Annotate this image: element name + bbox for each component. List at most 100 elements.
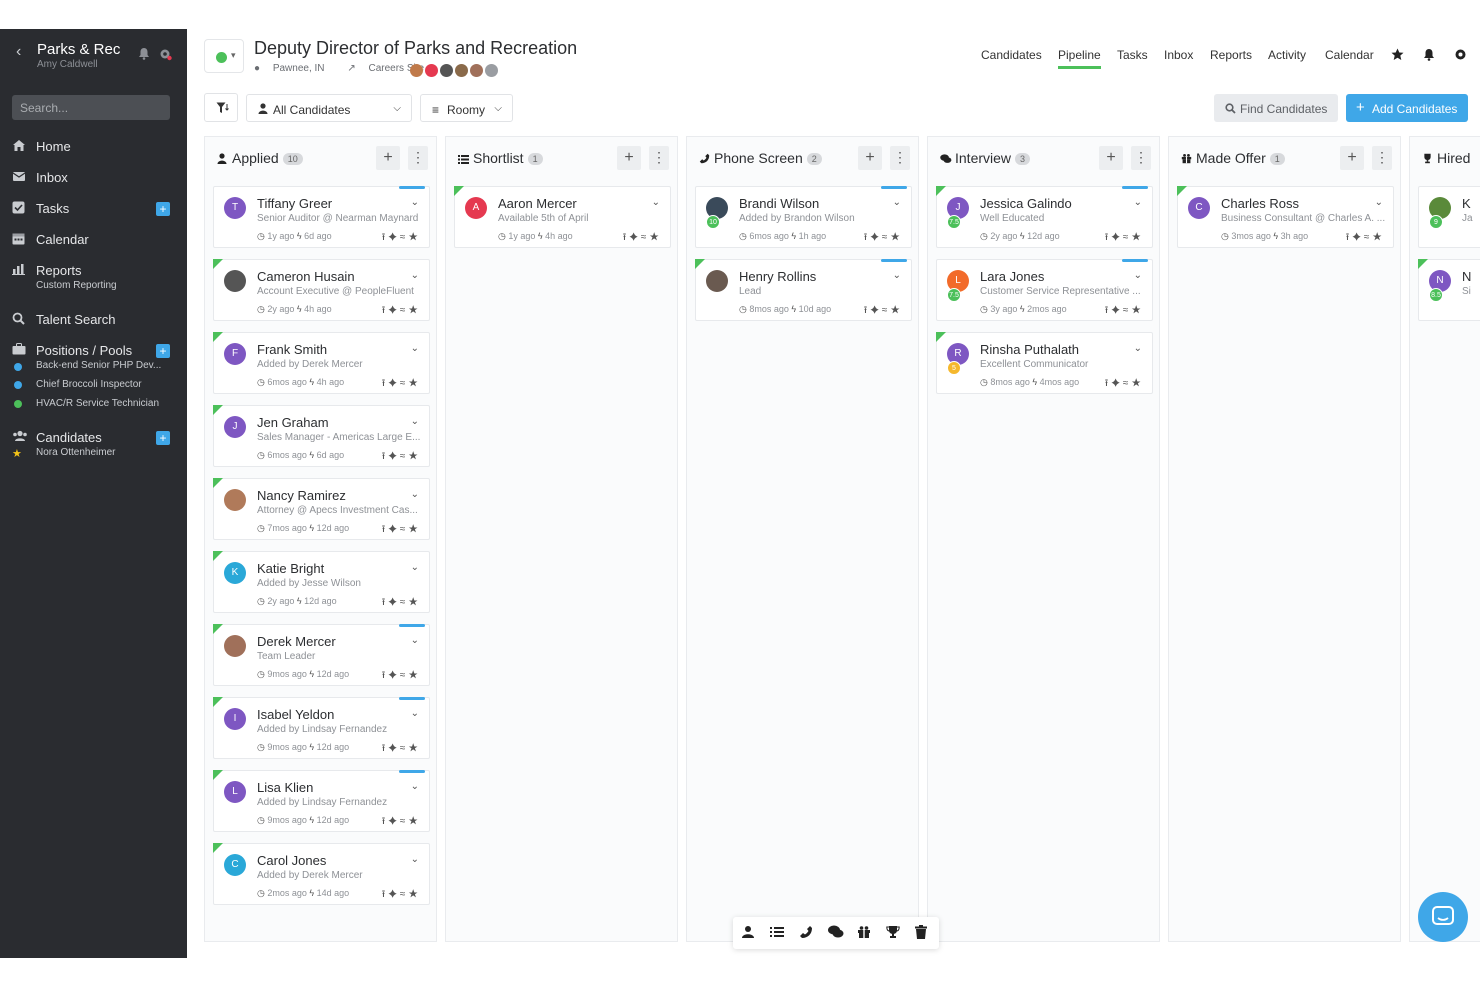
add-user-icon[interactable]: ✦ (1352, 232, 1364, 243)
gear-icon[interactable] (158, 47, 172, 66)
nav-calendar[interactable]: Calendar (1325, 48, 1374, 62)
pipeline-filter-button[interactable] (204, 93, 238, 122)
card-actions[interactable]: ⭱✦≈★ (382, 887, 421, 904)
card-actions[interactable]: ⭱✦≈★ (1346, 230, 1385, 247)
candidate-card[interactable]: N 8.5 N Si (1418, 259, 1480, 321)
add-to-column-button[interactable]: + (858, 146, 882, 170)
sidebar-item-calendar[interactable]: Calendar (12, 229, 174, 251)
card-actions[interactable]: ⭱✦≈★ (1105, 303, 1144, 320)
chevron-down-icon[interactable]: ⌄ (1375, 197, 1383, 208)
candidate-name[interactable]: Brandi Wilson (739, 196, 819, 211)
add-user-icon[interactable]: ✦ (1111, 305, 1123, 316)
starred-candidate[interactable]: Nora Ottenheimer (36, 447, 115, 458)
phone-icon[interactable] (799, 925, 815, 941)
candidate-name[interactable]: Cameron Husain (257, 269, 355, 284)
chevron-down-icon[interactable]: ⌄ (411, 270, 419, 281)
add-candidate-sidebar-button[interactable]: + (156, 431, 170, 445)
back-icon[interactable]: ‹ (16, 43, 21, 61)
candidate-name[interactable]: N (1462, 269, 1471, 284)
sidebar-item-candidates[interactable]: Candidates + (12, 427, 174, 449)
candidate-name[interactable]: Henry Rollins (739, 269, 816, 284)
card-actions[interactable]: ⭱✦≈★ (382, 303, 421, 320)
candidate-card[interactable]: J 7.5 Jessica Galindo Well Educated ⌄ ◷ 2y ag… (936, 186, 1153, 248)
card-actions[interactable]: ⭱✦≈★ (864, 230, 903, 247)
card-actions[interactable]: ⭱✦≈★ (1105, 230, 1144, 247)
column-menu-icon[interactable]: ⋮ (408, 146, 428, 170)
sidebar-search-input[interactable] (12, 95, 170, 120)
candidate-name[interactable]: Aaron Mercer (498, 196, 577, 211)
card-actions[interactable]: ⭱✦≈★ (623, 230, 662, 247)
star-icon[interactable]: ★ (1131, 378, 1144, 389)
nav-pipeline[interactable]: Pipeline (1058, 48, 1101, 69)
candidate-card[interactable]: T Tiffany Greer Senior Auditor @ Nearman M… (213, 186, 430, 248)
add-candidates-button[interactable]: + Add Candidates (1346, 94, 1468, 122)
add-user-icon[interactable]: ✦ (870, 305, 882, 316)
add-user-icon[interactable]: ✦ (388, 451, 400, 462)
comments-icon[interactable] (828, 925, 844, 941)
nav-activity[interactable]: Activity (1268, 48, 1306, 62)
add-user-icon[interactable]: ✦ (388, 597, 400, 608)
card-actions[interactable]: ⭱✦≈★ (382, 814, 421, 831)
candidate-card[interactable]: 10 Brandi Wilson Added by Brandon Wilson ⌄ ◷… (695, 186, 912, 248)
star-icon[interactable]: ★ (408, 670, 421, 681)
add-user-icon[interactable]: ✦ (388, 232, 400, 243)
card-actions[interactable]: ⭱✦≈★ (1105, 376, 1144, 393)
candidate-card[interactable]: K Katie Bright Added by Jesse Wilson ⌄ ◷ 2y … (213, 551, 430, 613)
candidate-name[interactable]: Derek Mercer (257, 634, 336, 649)
gear-icon[interactable] (1454, 48, 1468, 62)
sidebar-item-talent-search[interactable]: Talent Search (12, 309, 174, 331)
candidate-card[interactable]: C Carol Jones Added by Derek Mercer ⌄ ◷ 2mos… (213, 843, 430, 905)
star-icon[interactable] (1391, 48, 1405, 62)
candidate-name[interactable]: Charles Ross (1221, 196, 1299, 211)
chevron-down-icon[interactable]: ⌄ (411, 854, 419, 865)
star-icon[interactable]: ★ (1131, 232, 1144, 243)
add-to-column-button[interactable]: + (1340, 146, 1364, 170)
list-icon[interactable] (770, 925, 786, 941)
chat-launcher-button[interactable] (1418, 892, 1468, 942)
add-user-icon[interactable]: ✦ (629, 232, 641, 243)
add-user-icon[interactable]: ✦ (388, 743, 400, 754)
chevron-down-icon[interactable]: ⌄ (1134, 270, 1142, 281)
star-icon[interactable]: ★ (1131, 305, 1144, 316)
add-user-icon[interactable]: ✦ (388, 670, 400, 681)
star-icon[interactable]: ★ (408, 597, 421, 608)
candidate-card[interactable]: Henry Rollins Lead ⌄ ◷ 8mos ago ϟ 10d ago ⭱✦… (695, 259, 912, 321)
candidate-name[interactable]: Tiffany Greer (257, 196, 332, 211)
nav-inbox[interactable]: Inbox (1164, 48, 1193, 62)
candidate-name[interactable]: Lisa Klien (257, 780, 313, 795)
candidate-name[interactable]: Frank Smith (257, 342, 327, 357)
card-actions[interactable]: ⭱✦≈★ (864, 303, 903, 320)
chevron-down-icon[interactable]: ⌄ (411, 197, 419, 208)
candidate-card[interactable]: R 5 Rinsha Puthalath Excellent Communicator… (936, 332, 1153, 394)
position-item[interactable]: Back-end Senior PHP Dev... (36, 360, 161, 371)
sidebar-item-reports[interactable]: Reports (12, 260, 174, 282)
star-icon[interactable]: ★ (408, 232, 421, 243)
candidate-card[interactable]: Derek Mercer Team Leader ⌄ ◷ 9mos ago ϟ 12d… (213, 624, 430, 686)
candidate-name[interactable]: Katie Bright (257, 561, 324, 576)
star-icon[interactable]: ★ (408, 378, 421, 389)
candidates-filter-select[interactable]: All Candidates ⌵ (246, 94, 412, 122)
chevron-down-icon[interactable]: ⌄ (411, 416, 419, 427)
candidate-card[interactable]: I Isabel Yeldon Added by Lindsay Fernandez… (213, 697, 430, 759)
add-user-icon[interactable]: ✦ (1111, 232, 1123, 243)
candidate-name[interactable]: Carol Jones (257, 853, 326, 868)
star-icon[interactable]: ★ (890, 232, 903, 243)
chevron-down-icon[interactable]: ⌄ (1134, 343, 1142, 354)
nav-candidates[interactable]: Candidates (981, 48, 1042, 62)
column-menu-icon[interactable]: ⋮ (890, 146, 910, 170)
candidate-name[interactable]: Jen Graham (257, 415, 329, 430)
add-to-column-button[interactable]: + (376, 146, 400, 170)
column-menu-icon[interactable]: ⋮ (1372, 146, 1392, 170)
column-menu-icon[interactable]: ⋮ (1131, 146, 1151, 170)
sidebar-item-tasks[interactable]: Tasks + (12, 198, 174, 220)
star-icon[interactable]: ★ (1372, 232, 1385, 243)
candidate-card[interactable]: Cameron Husain Account Executive @ People… (213, 259, 430, 321)
star-icon[interactable]: ★ (408, 305, 421, 316)
candidate-card[interactable]: J Jen Graham Sales Manager - Americas Larg… (213, 405, 430, 467)
sidebar-item-inbox[interactable]: Inbox (12, 167, 174, 189)
sidebar-item-home[interactable]: Home (12, 136, 174, 158)
add-to-column-button[interactable]: + (617, 146, 641, 170)
chevron-down-icon[interactable]: ⌄ (411, 489, 419, 500)
user-icon[interactable] (741, 925, 757, 941)
candidate-card[interactable]: L 7.5 Lara Jones Customer Service Represent… (936, 259, 1153, 321)
